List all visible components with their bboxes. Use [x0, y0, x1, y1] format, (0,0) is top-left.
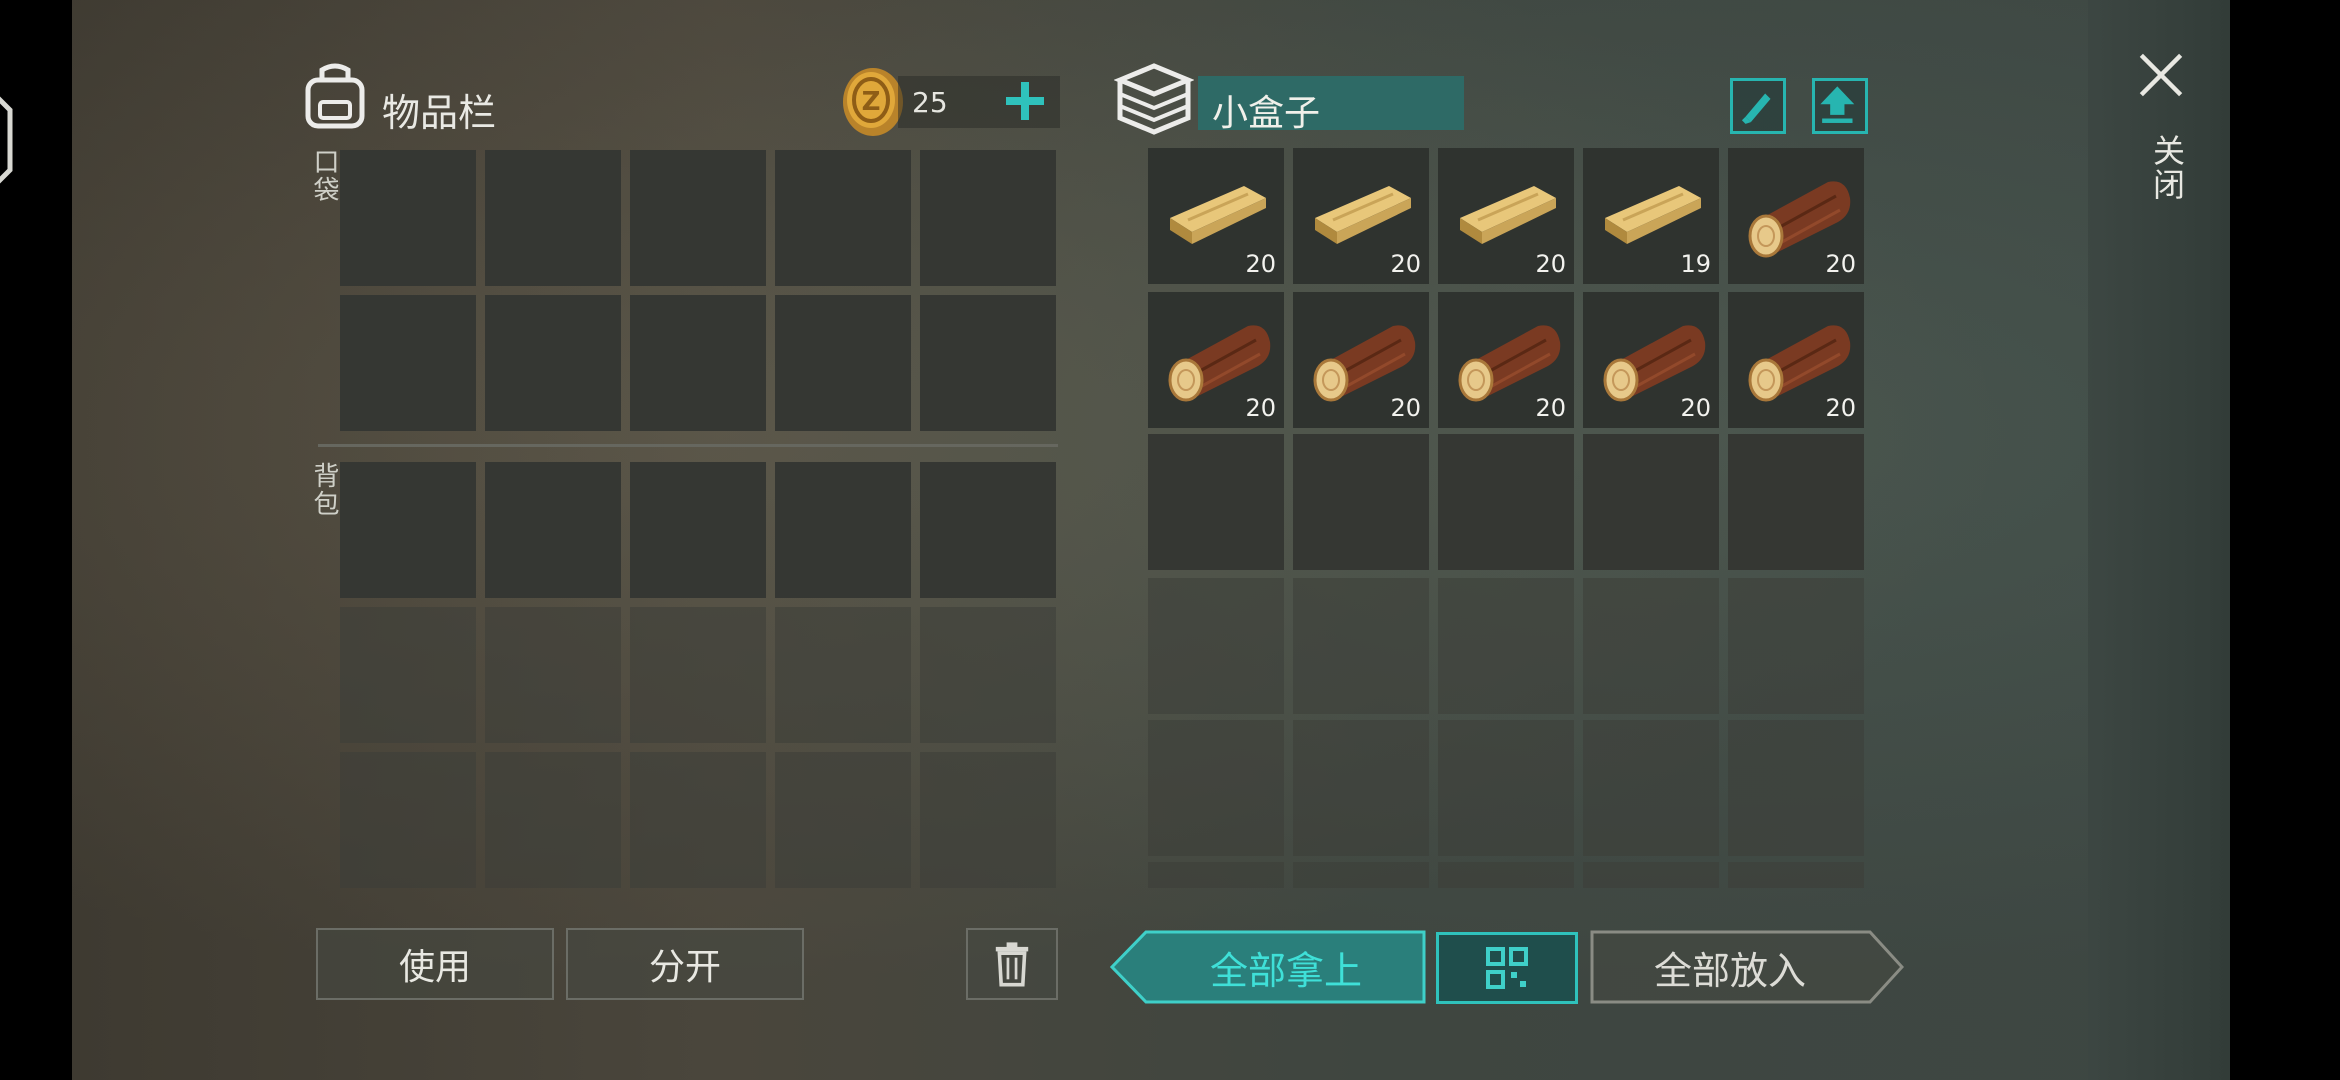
- upload-icon: [1820, 86, 1855, 123]
- close-label[interactable]: 关闭: [2144, 134, 2190, 202]
- locked-slot: [630, 607, 766, 743]
- item-count: 19: [1680, 250, 1711, 278]
- container-slot-log[interactable]: 20: [1293, 292, 1429, 428]
- item-count: 20: [1825, 250, 1856, 278]
- rename-button[interactable]: [1730, 78, 1786, 134]
- pocket-slot[interactable]: [630, 295, 766, 431]
- container-slot-log[interactable]: 20: [1438, 292, 1574, 428]
- pocket-slot[interactable]: [485, 150, 621, 286]
- item-count: 20: [1245, 394, 1276, 422]
- locked-slot: [485, 607, 621, 743]
- close-icon[interactable]: [2136, 50, 2192, 106]
- container-slot[interactable]: [1148, 434, 1284, 570]
- locked-slot: [1293, 720, 1429, 856]
- locked-slot: [485, 752, 621, 888]
- put-all-button[interactable]: 全部放入: [1590, 930, 1904, 1004]
- item-count: 20: [1390, 394, 1421, 422]
- item-count: 20: [1245, 250, 1276, 278]
- pocket-label: 口袋: [309, 148, 339, 204]
- container-slot-plank[interactable]: 20: [1148, 148, 1284, 284]
- locked-slot: [775, 607, 911, 743]
- item-count: 20: [1390, 250, 1421, 278]
- locked-slot: [1583, 578, 1719, 714]
- container-slot[interactable]: [1583, 434, 1719, 570]
- pocket-slot[interactable]: [340, 150, 476, 286]
- split-button[interactable]: 分开: [566, 928, 804, 1000]
- grid-icon: [1486, 947, 1528, 989]
- item-count: 20: [1825, 394, 1856, 422]
- locked-slot: [1728, 578, 1864, 714]
- container-slot[interactable]: [1438, 434, 1574, 570]
- backpack-slot[interactable]: [920, 462, 1056, 598]
- pocket-slot[interactable]: [920, 295, 1056, 431]
- locked-slot: [920, 607, 1056, 743]
- container-slot-plank[interactable]: 19: [1583, 148, 1719, 284]
- backpack-label: 背包: [309, 462, 339, 518]
- locked-slot: [920, 752, 1056, 888]
- pocket-slot[interactable]: [775, 150, 911, 286]
- trash-button[interactable]: [966, 928, 1058, 1000]
- locked-slot: [1438, 720, 1574, 856]
- locked-slot: [1293, 862, 1429, 888]
- container-slot[interactable]: [1728, 434, 1864, 570]
- container-name: 小盒子: [1212, 93, 1321, 134]
- screen-edge: [2230, 0, 2340, 1080]
- section-divider: [318, 444, 1058, 447]
- item-count: 20: [1680, 394, 1711, 422]
- locked-slot: [1148, 862, 1284, 888]
- use-button[interactable]: 使用: [316, 928, 554, 1000]
- item-count: 20: [1535, 394, 1566, 422]
- container-slot-plank[interactable]: 20: [1293, 148, 1429, 284]
- backpack-slot[interactable]: [340, 462, 476, 598]
- put-all-label: 全部放入: [1653, 948, 1806, 993]
- locked-slot: [1148, 720, 1284, 856]
- locked-slot: [630, 752, 766, 888]
- container-slot-log[interactable]: 20: [1583, 292, 1719, 428]
- plus-icon[interactable]: [1000, 76, 1050, 126]
- upload-button[interactable]: [1812, 78, 1868, 134]
- container-slot-log[interactable]: 20: [1728, 292, 1864, 428]
- take-all-label: 全部拿上: [1209, 948, 1362, 993]
- locked-slot: [1583, 720, 1719, 856]
- pocket-slot[interactable]: [485, 295, 621, 431]
- pocket-slot[interactable]: [775, 295, 911, 431]
- pocket-slot[interactable]: [920, 150, 1056, 286]
- backpack-slot[interactable]: [775, 462, 911, 598]
- pocket-slot[interactable]: [630, 150, 766, 286]
- backpack-icon: [300, 60, 370, 130]
- locked-slot: [775, 752, 911, 888]
- pocket-slot[interactable]: [340, 295, 476, 431]
- container-slot-log[interactable]: 20: [1728, 148, 1864, 284]
- locked-slot: [1728, 720, 1864, 856]
- coin-icon: Z: [840, 66, 906, 138]
- trash-icon: [995, 942, 1029, 987]
- locked-slot: [340, 752, 476, 888]
- backpack-slot[interactable]: [630, 462, 766, 598]
- locked-slot: [1148, 578, 1284, 714]
- inventory-title: 物品栏: [382, 91, 497, 135]
- container-slot-log[interactable]: 20: [1148, 292, 1284, 428]
- locked-slot: [1438, 578, 1574, 714]
- locked-slot: [1728, 862, 1864, 888]
- item-count: 20: [1535, 250, 1566, 278]
- svg-text:Z: Z: [862, 87, 881, 117]
- locked-slot: [1438, 862, 1574, 888]
- container-slot-plank[interactable]: 20: [1438, 148, 1574, 284]
- backpack-slot[interactable]: [485, 462, 621, 598]
- side-hexagon-icon[interactable]: [0, 80, 24, 200]
- box-icon: [1113, 62, 1195, 136]
- locked-slot: [340, 607, 476, 743]
- take-all-button[interactable]: 全部拿上: [1110, 930, 1426, 1004]
- container-slot[interactable]: [1293, 434, 1429, 570]
- locked-slot: [1293, 578, 1429, 714]
- edit-brush-icon: [1741, 93, 1771, 124]
- coin-count: 25: [912, 86, 948, 119]
- locked-slot: [1583, 862, 1719, 888]
- sort-grid-button[interactable]: [1436, 932, 1578, 1004]
